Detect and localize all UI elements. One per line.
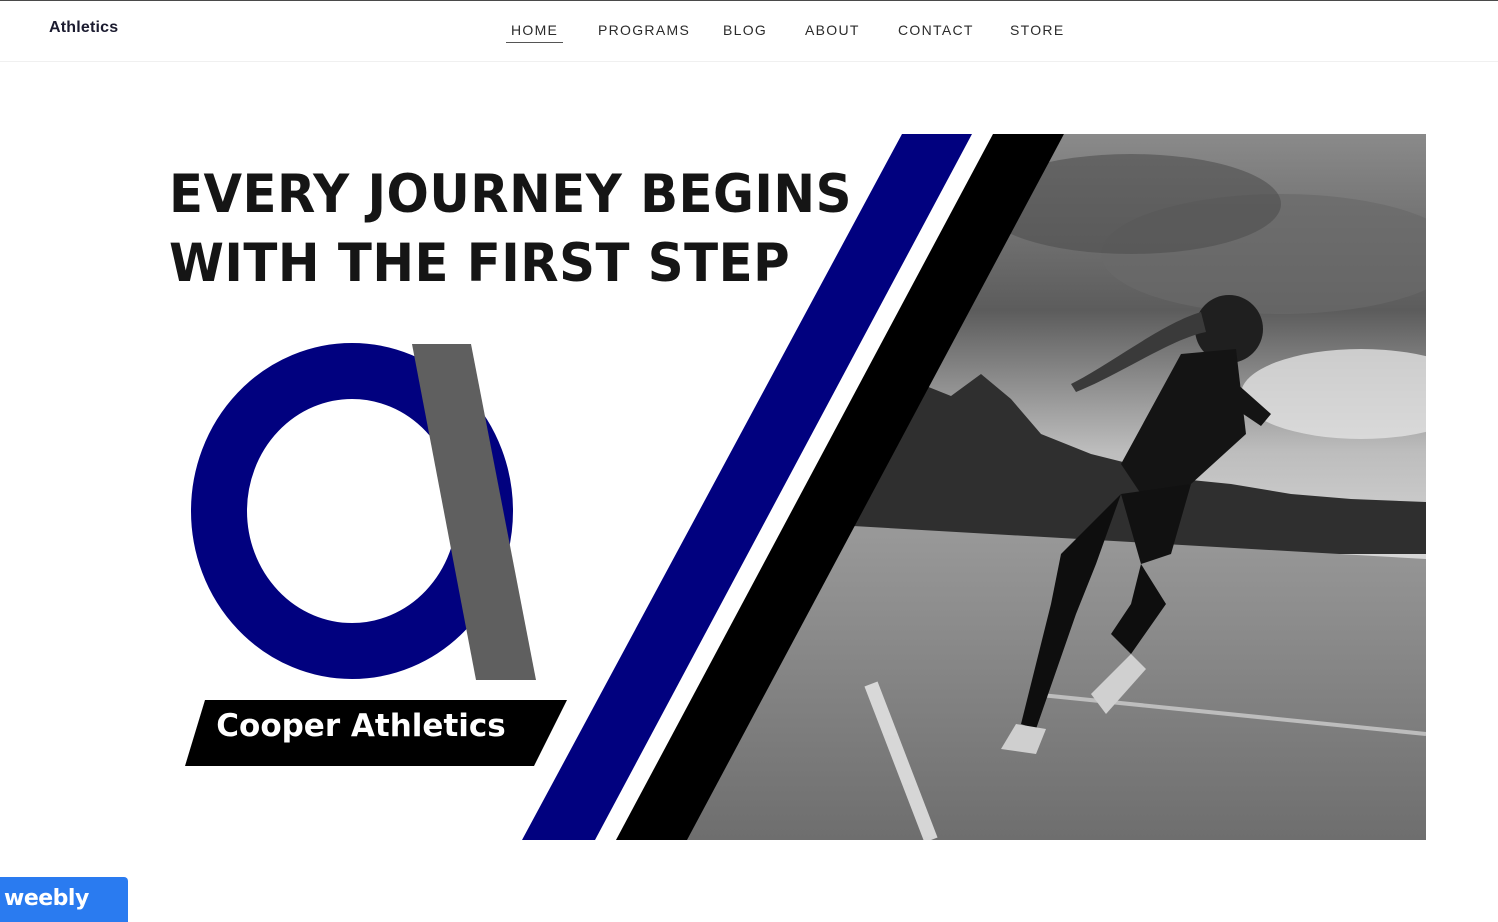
nav-item-store[interactable]: STORE <box>1010 22 1064 38</box>
main-nav: HOME PROGRAMS BLOG ABOUT CONTACT STORE <box>0 1 1498 61</box>
nav-item-about[interactable]: ABOUT <box>805 22 860 38</box>
weebly-badge[interactable]: weebly <box>0 877 128 922</box>
brand-name: Cooper Athletics <box>216 708 506 744</box>
nav-item-home[interactable]: HOME <box>506 22 564 43</box>
headline-line-1: EVERY JOURNEY BEGINS <box>169 164 852 225</box>
nav-item-contact[interactable]: CONTACT <box>898 22 974 38</box>
site-header: Athletics HOME PROGRAMS BLOG ABOUT CONTA… <box>0 1 1498 62</box>
hero-headline: EVERY JOURNEY BEGINS WITH THE FIRST STEP <box>169 160 852 298</box>
page: Athletics HOME PROGRAMS BLOG ABOUT CONTA… <box>0 0 1498 922</box>
nav-item-programs[interactable]: PROGRAMS <box>598 22 690 38</box>
headline-line-2: WITH THE FIRST STEP <box>169 233 791 294</box>
weebly-badge-label: weebly <box>4 886 89 911</box>
cooper-logo-mark <box>191 343 536 680</box>
nav-item-blog[interactable]: BLOG <box>723 22 767 38</box>
hero-banner: EVERY JOURNEY BEGINS WITH THE FIRST STEP… <box>131 134 1426 840</box>
